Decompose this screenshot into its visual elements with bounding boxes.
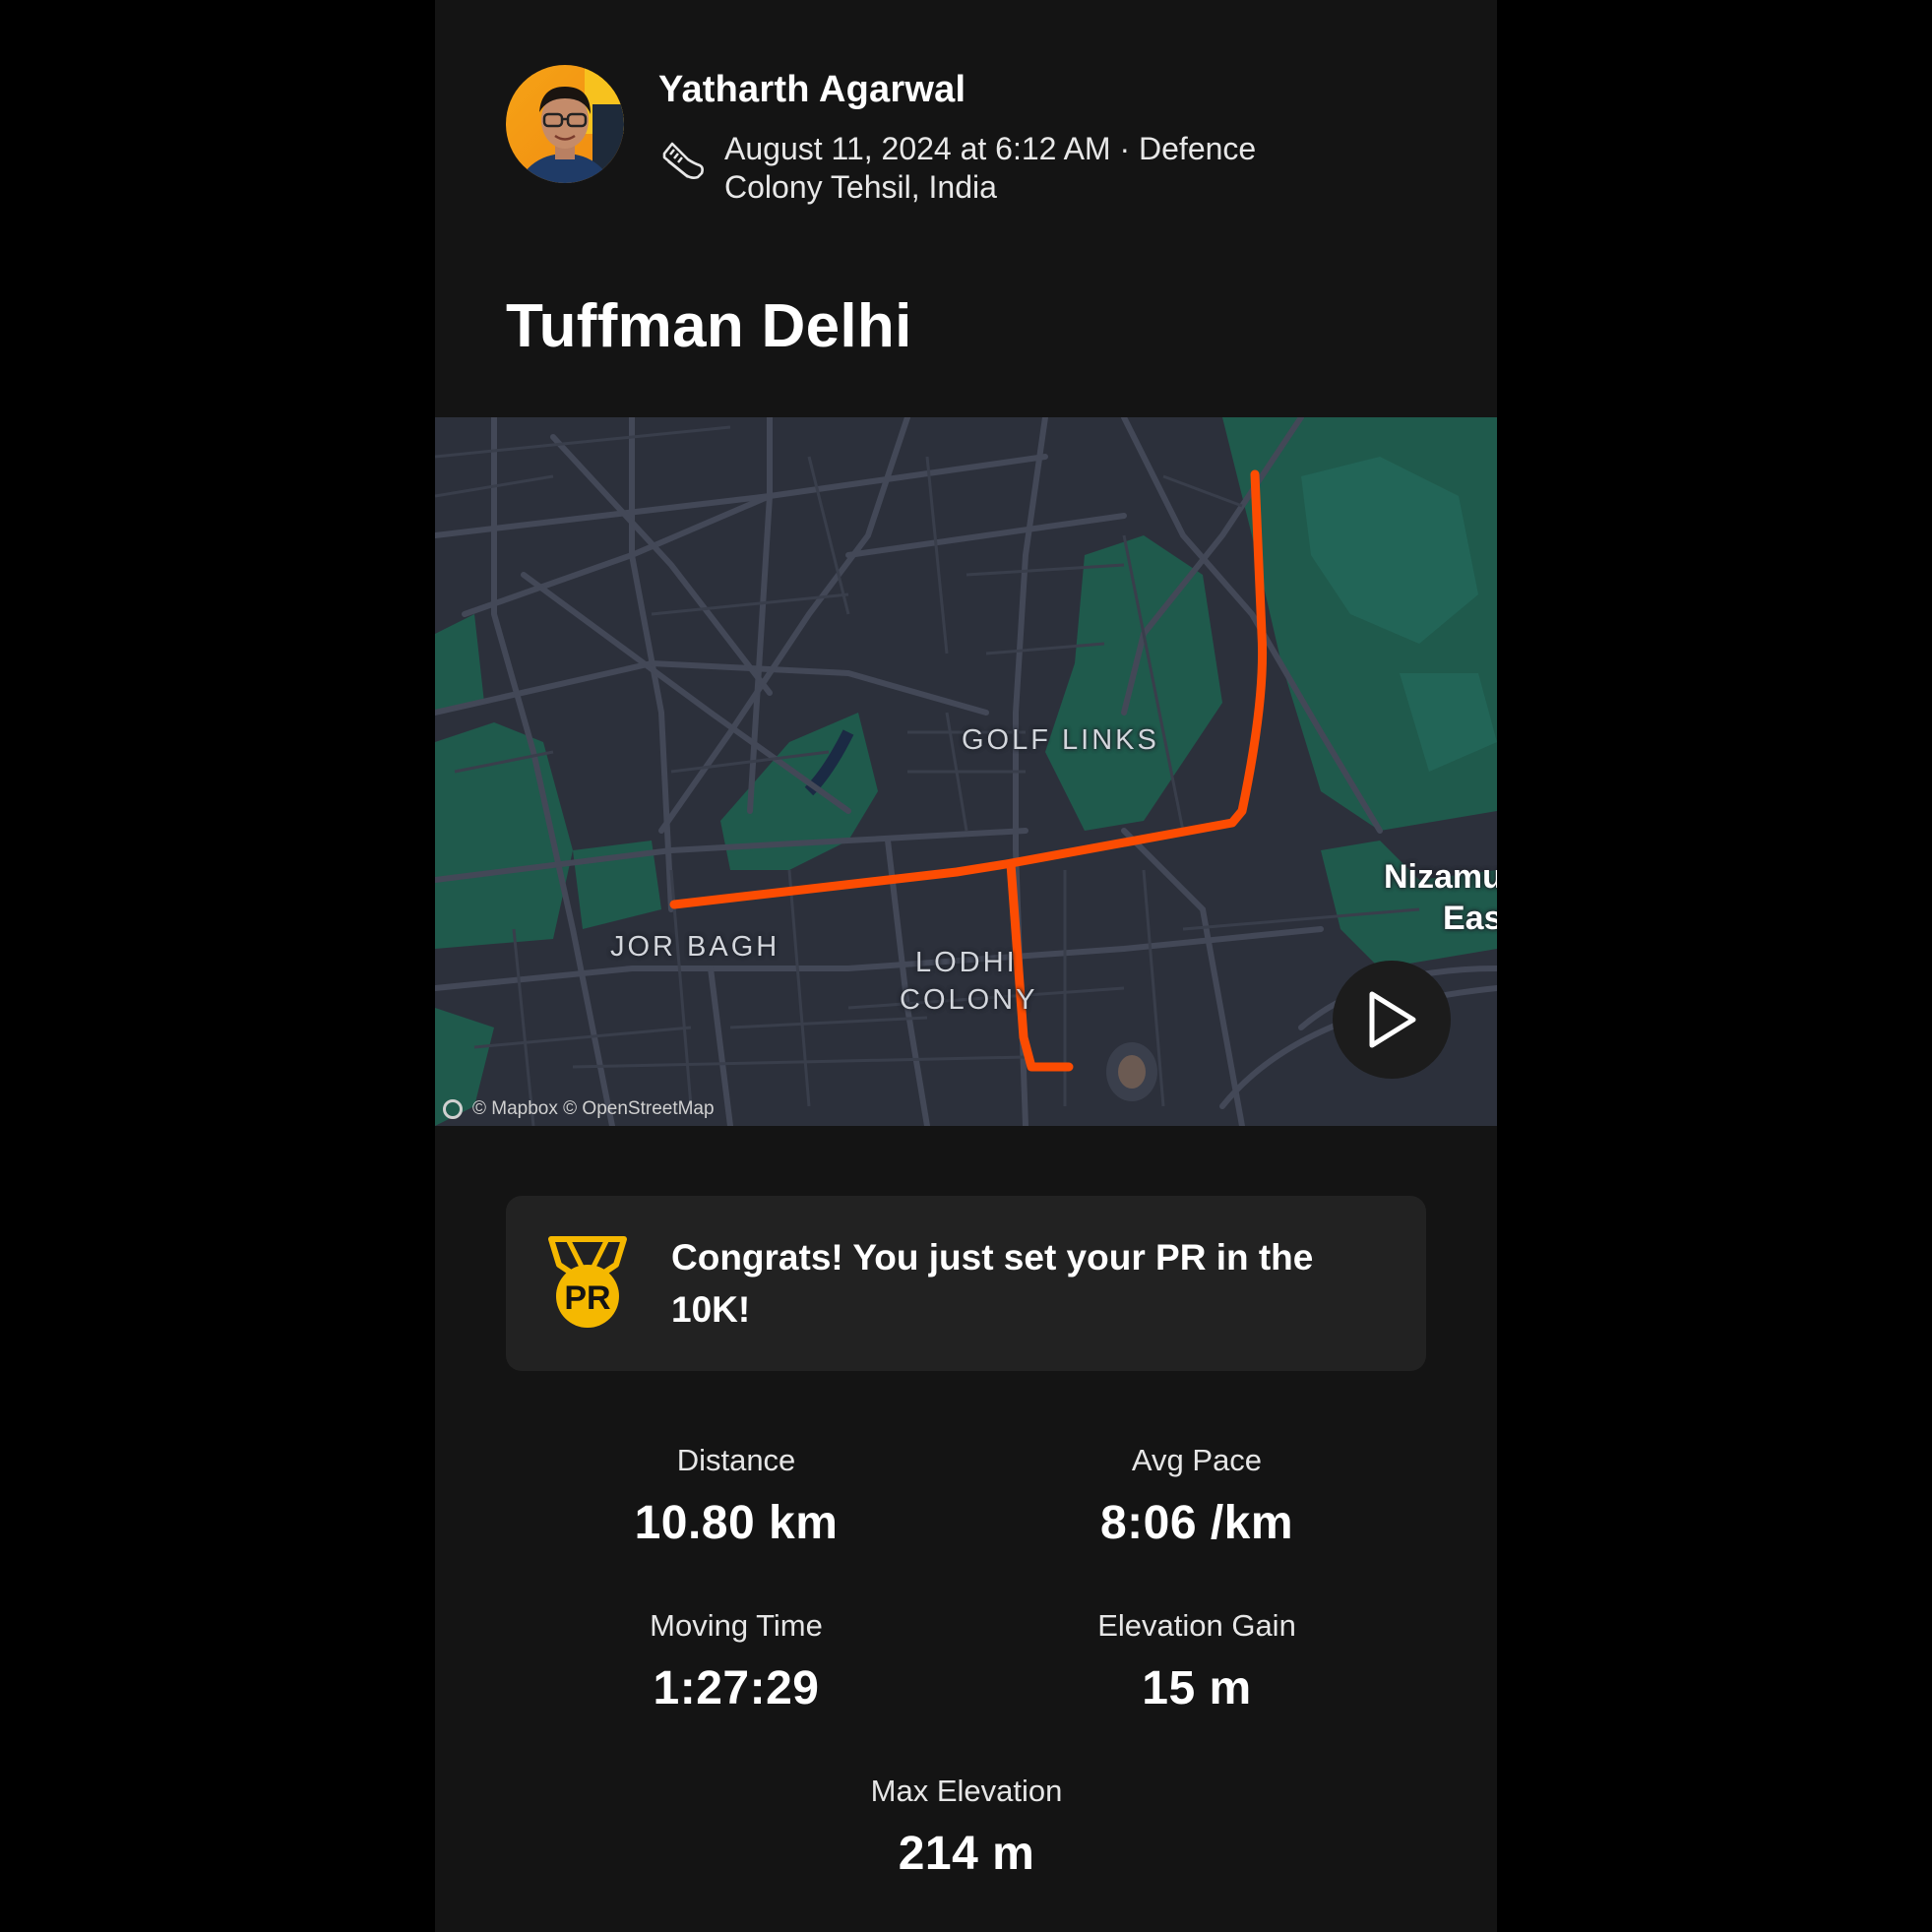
stat-label: Max Elevation: [870, 1774, 1063, 1808]
map-label-nizamuddin-1: Nizamu: [1384, 858, 1497, 896]
stat-label: Moving Time: [650, 1608, 823, 1643]
activity-card: Yatharth Agarwal August 11, 2024 at 6:12…: [435, 0, 1497, 1932]
stat-value: 10.80 km: [634, 1497, 839, 1549]
stat-elevation-gain: Elevation Gain 15 m: [1020, 1608, 1374, 1715]
stat-moving-time: Moving Time 1:27:29: [559, 1608, 913, 1715]
stat-value: 1:27:29: [653, 1662, 820, 1714]
stat-value: 15 m: [1142, 1662, 1252, 1714]
activity-meta: August 11, 2024 at 6:12 AM · Defence Col…: [724, 131, 1257, 205]
pr-achievement-banner[interactable]: PR Congrats! You just set your PR in the…: [506, 1196, 1426, 1371]
pr-medal-icon: PR: [548, 1236, 627, 1328]
stat-max-elevation: Max Elevation 214 m: [789, 1774, 1144, 1881]
activity-title[interactable]: Tuffman Delhi: [506, 291, 912, 361]
stat-label: Distance: [676, 1443, 796, 1477]
map-label-lodhi-1: LODHI: [915, 947, 1018, 978]
map-label-lodhi-2: COLONY: [900, 984, 1038, 1016]
map-label-nizamuddin-2: Eas: [1443, 900, 1497, 937]
map-label-golf-links: GOLF LINKS: [962, 724, 1159, 756]
stat-label: Avg Pace: [1131, 1443, 1263, 1477]
post-header: Yatharth Agarwal August 11, 2024 at 6:12…: [506, 65, 1451, 213]
stat-distance: Distance 10.80 km: [559, 1443, 913, 1550]
route-map[interactable]: GOLF LINKS JOR BAGH LODHI COLONY Nizamu …: [435, 417, 1497, 1126]
stat-avg-pace: Avg Pace 8:06 /km: [1020, 1443, 1374, 1550]
map-label-jor-bagh: JOR BAGH: [610, 931, 780, 963]
stat-label: Elevation Gain: [1097, 1608, 1296, 1643]
avatar[interactable]: [506, 65, 624, 183]
map-attribution[interactable]: © Mapbox © OpenStreetMap: [443, 1098, 715, 1120]
running-shoe-icon: [662, 142, 704, 179]
stat-value: 214 m: [898, 1828, 1035, 1880]
author-name[interactable]: Yatharth Agarwal: [658, 69, 966, 111]
pr-badge-text: PR: [564, 1279, 610, 1317]
attribution-text: © Mapbox © OpenStreetMap: [472, 1098, 715, 1119]
play-flyover-button[interactable]: [1333, 961, 1451, 1079]
pr-message: Congrats! You just set your PR in the 10…: [671, 1237, 1314, 1330]
play-icon: [1369, 991, 1416, 1048]
mapbox-logo-icon: [443, 1099, 463, 1119]
stat-value: 8:06 /km: [1099, 1497, 1294, 1549]
